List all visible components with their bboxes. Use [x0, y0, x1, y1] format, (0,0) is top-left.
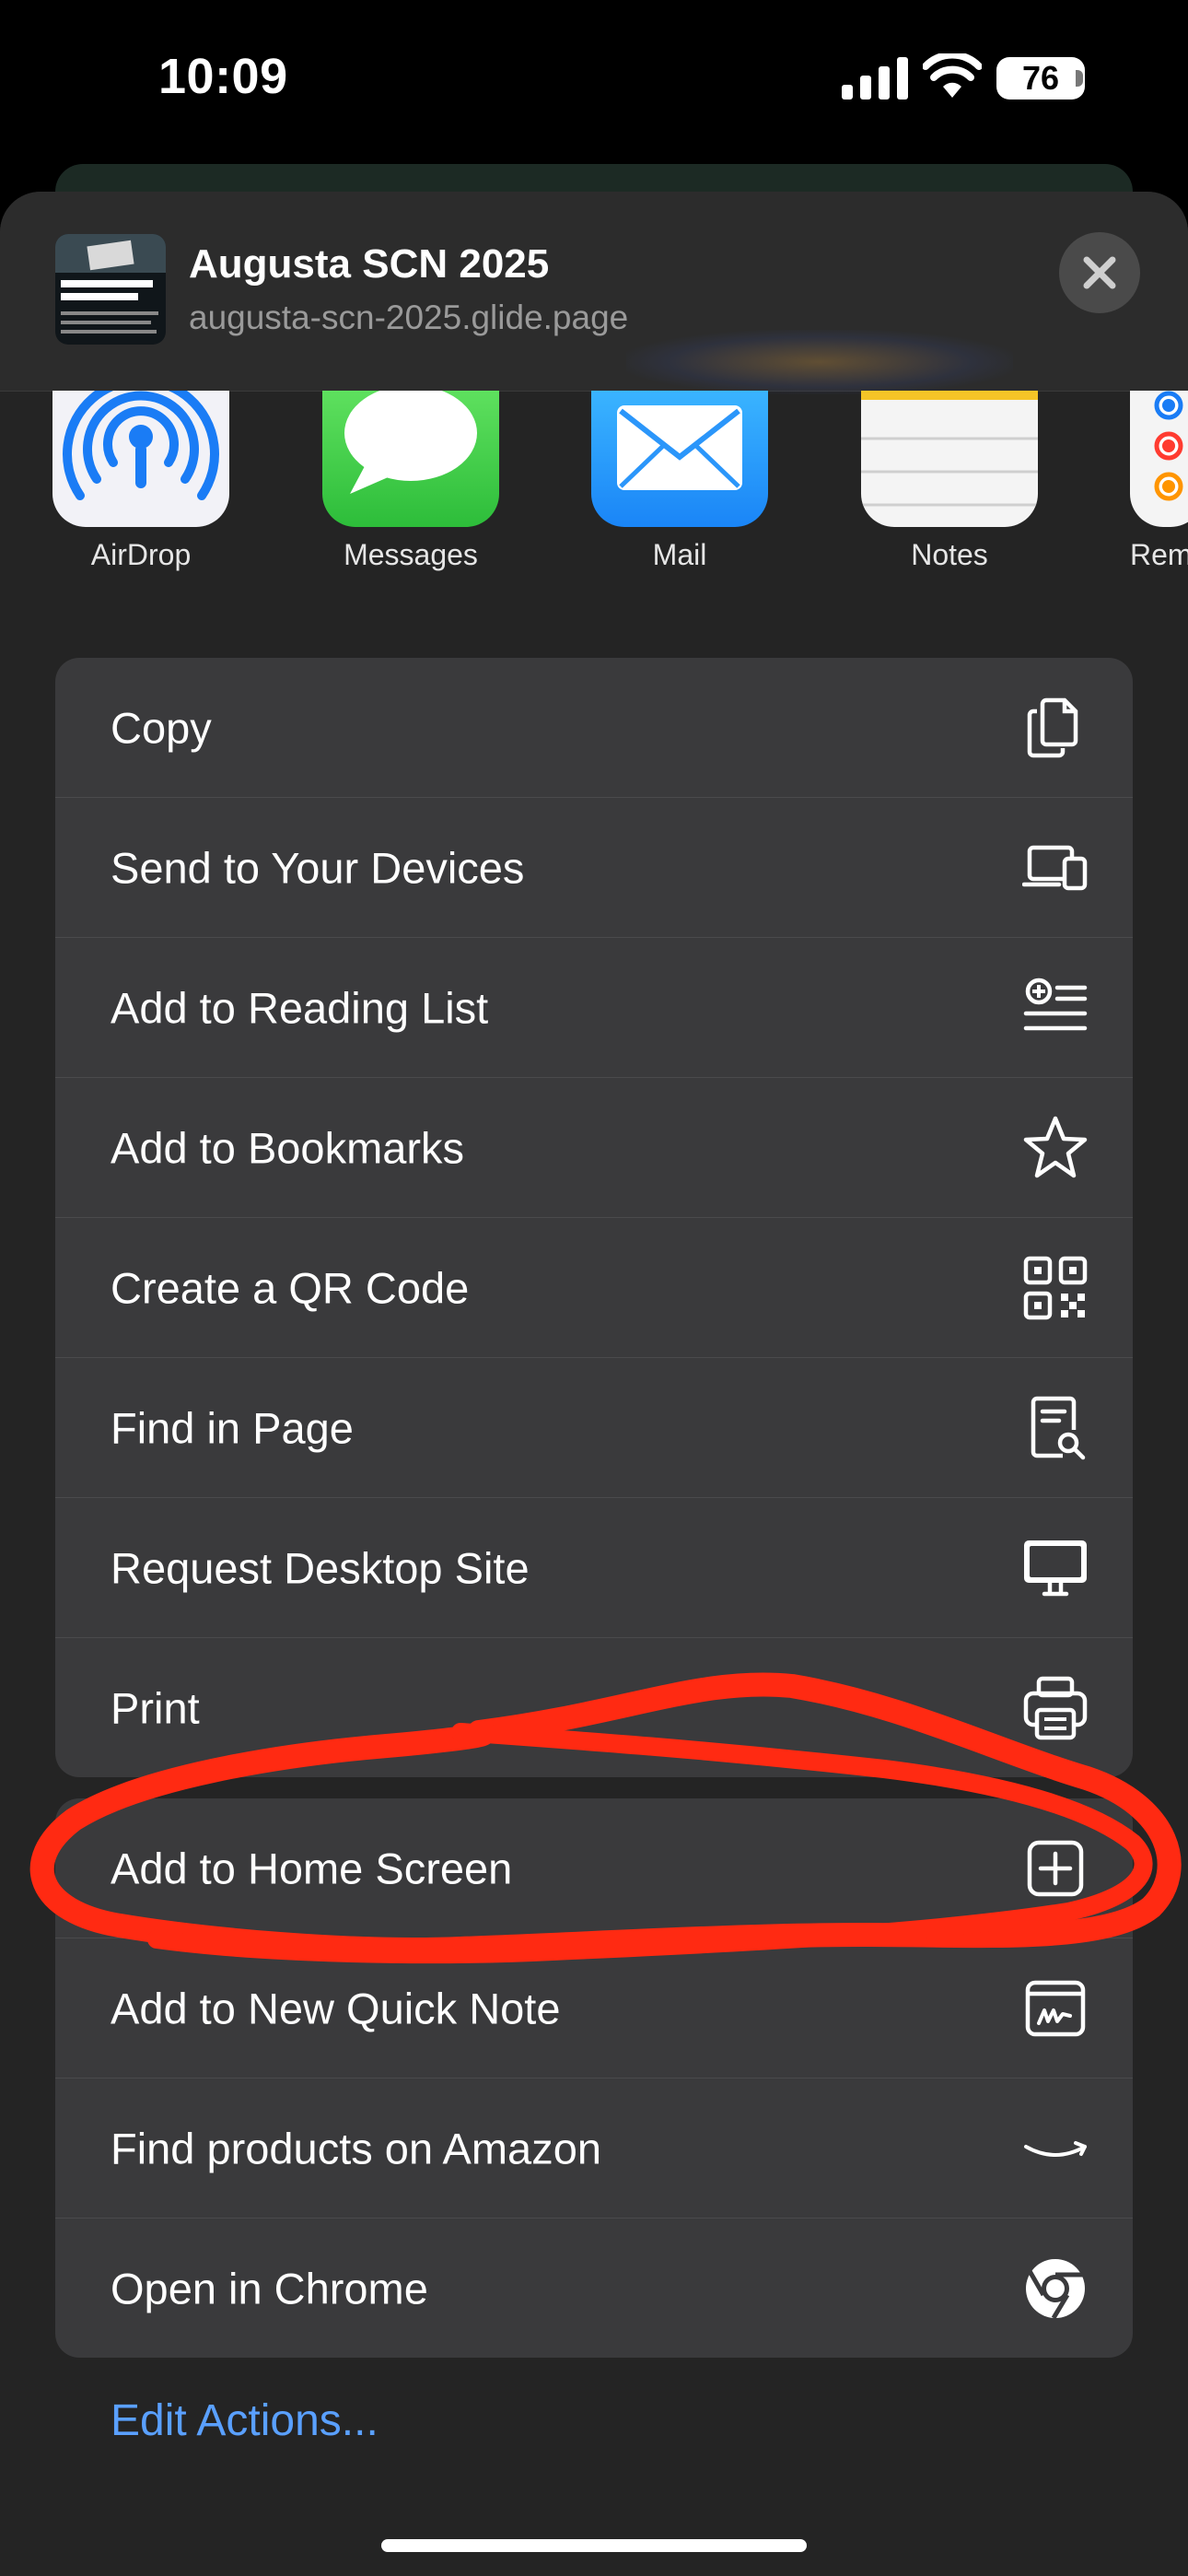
action-copy[interactable]: Copy: [55, 658, 1133, 798]
share-sheet-header: Augusta SCN 2025 augusta-scn-2025.glide.…: [0, 192, 1188, 394]
action-add-bookmarks[interactable]: Add to Bookmarks: [55, 1078, 1133, 1218]
action-label: Send to Your Devices: [111, 843, 525, 892]
share-apps-row: AirDrop Messages Mail Notes Rem: [0, 391, 1188, 575]
action-find-on-amazon[interactable]: Find products on Amazon: [55, 2078, 1133, 2219]
action-find-in-page[interactable]: Find in Page: [55, 1358, 1133, 1498]
app-airdrop[interactable]: AirDrop: [52, 391, 229, 572]
action-label: Open in Chrome: [111, 2264, 428, 2313]
find-in-page-icon: [1031, 1396, 1086, 1459]
status-bar: 10:09 76: [0, 0, 1188, 157]
action-add-reading-list[interactable]: Add to Reading List: [55, 938, 1133, 1078]
notes-icon: [861, 391, 1038, 507]
edit-actions-link[interactable]: Edit Actions...: [111, 2395, 379, 2446]
copy-icon: [1027, 697, 1078, 757]
wifi-icon: [923, 53, 982, 98]
shared-page-title: Augusta SCN 2025: [189, 241, 550, 287]
close-icon: [1083, 256, 1116, 289]
action-label: Print: [111, 1683, 200, 1732]
action-label: Request Desktop Site: [111, 1543, 530, 1592]
battery-indicator: 76: [996, 57, 1085, 100]
action-request-desktop-site[interactable]: Request Desktop Site: [55, 1498, 1133, 1638]
app-label: Messages: [344, 538, 478, 571]
action-print[interactable]: Print: [55, 1638, 1133, 1777]
app-reminders[interactable]: Rem: [1130, 391, 1188, 572]
printer-icon: [1023, 1676, 1088, 1739]
battery-cap: [1076, 70, 1083, 87]
mail-icon: [617, 405, 742, 490]
devices-icon: [1022, 845, 1088, 890]
action-label: Add to Home Screen: [111, 1844, 513, 1892]
quick-note-icon: [1025, 1980, 1086, 2036]
app-messages[interactable]: Messages: [322, 391, 499, 572]
cellular-signal-icon: [842, 57, 908, 100]
reminders-icon: [1154, 391, 1183, 501]
action-add-quick-note[interactable]: Add to New Quick Note: [55, 1938, 1133, 2078]
reading-list-icon: [1023, 978, 1088, 1030]
action-label: Find products on Amazon: [111, 2124, 601, 2172]
action-create-qr-code[interactable]: Create a QR Code: [55, 1218, 1133, 1358]
app-notes[interactable]: Notes: [861, 391, 1038, 572]
app-label: Rem: [1130, 538, 1188, 571]
action-label: Copy: [111, 703, 212, 752]
shared-page-url: augusta-scn-2025.glide.page: [189, 299, 629, 336]
action-add-to-home-screen[interactable]: Add to Home Screen: [55, 1798, 1133, 1938]
app-mail[interactable]: Mail: [591, 391, 768, 572]
star-icon: [1023, 1116, 1088, 1177]
actions-group-2: Add to Home Screen Add to New Quick Note…: [55, 1798, 1133, 2358]
action-label: Add to New Quick Note: [111, 1984, 561, 2032]
close-button[interactable]: [1059, 232, 1140, 313]
messages-icon: [344, 391, 477, 494]
action-open-in-chrome[interactable]: Open in Chrome: [55, 2219, 1133, 2358]
qr-code-icon: [1023, 1256, 1088, 1319]
app-label: Mail: [652, 538, 707, 571]
app-label: AirDrop: [90, 538, 192, 571]
action-send-to-devices[interactable]: Send to Your Devices: [55, 798, 1133, 938]
action-label: Add to Bookmarks: [111, 1123, 465, 1172]
amazon-icon: [1024, 2140, 1087, 2157]
home-indicator[interactable]: [381, 2539, 807, 2552]
actions-group-1: Copy Send to Your Devices Add to Reading…: [55, 658, 1133, 1777]
chrome-icon: [1026, 2258, 1085, 2319]
header-glow: [626, 330, 1013, 394]
airdrop-icon: [63, 391, 219, 500]
action-label: Add to Reading List: [111, 983, 489, 1032]
action-label: Create a QR Code: [111, 1263, 470, 1312]
action-label: Find in Page: [111, 1403, 354, 1452]
status-time: 10:09: [158, 49, 288, 104]
plus-square-icon: [1027, 1840, 1084, 1896]
page-thumbnail: [55, 234, 166, 345]
app-label: Notes: [911, 538, 988, 571]
desktop-icon: [1024, 1540, 1087, 1596]
